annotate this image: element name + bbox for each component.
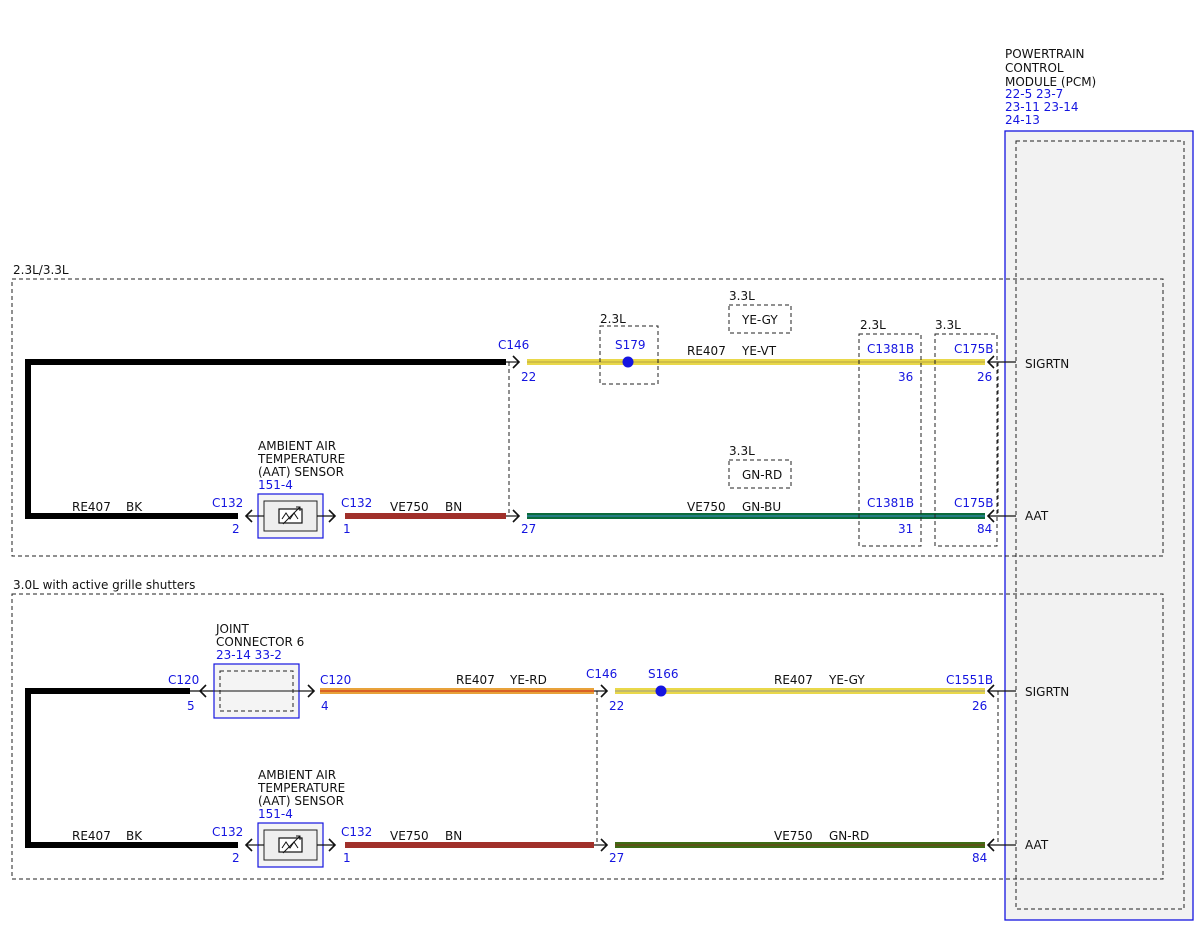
section-b-c146-pin-top: 22	[609, 699, 624, 713]
section-b-c120-left-pin: 5	[187, 699, 195, 713]
pcm-ref-line-3[interactable]: 24-13	[1005, 113, 1040, 127]
section-a-sensor-line-3: (AAT) SENSOR	[258, 465, 344, 479]
section-a-c175b-name-top[interactable]: C175B	[954, 342, 994, 356]
section-b-pcm-pin-bottom: 84	[972, 851, 987, 865]
section-a-bottom-color: GN-BU	[742, 500, 781, 514]
section-b-joint-circuit: RE407	[456, 673, 495, 687]
section-b-c146-name[interactable]: C146	[586, 667, 617, 681]
section-a-c132-left-pin: 2	[232, 522, 240, 536]
pcm-module: POWERTRAIN CONTROL MODULE (PCM) 22-5 23-…	[1004, 47, 1194, 921]
section-b-joint-line-2: CONNECTOR 6	[216, 635, 304, 649]
pcm-ref-line-1[interactable]: 22-5 23-7	[1005, 87, 1063, 101]
section-a-c146-pin-top: 22	[521, 370, 536, 384]
section-a-gnd-circuit: RE407	[72, 500, 111, 514]
section-b-pin-sigrtn: SIGRTN	[1025, 685, 1069, 699]
section-a-alt-bottom-tag: 3.3L	[729, 444, 755, 458]
section-b-sensor-color: BN	[445, 829, 462, 843]
wiring-diagram: POWERTRAIN CONTROL MODULE (PCM) 22-5 23-…	[11, 47, 1194, 921]
section-a-sensor-line-1: AMBIENT AIR	[258, 439, 336, 453]
thermistor-icon	[278, 835, 303, 854]
section-b-sensor-ref[interactable]: 151-4	[258, 807, 293, 821]
section-b-c132-right-name[interactable]: C132	[341, 825, 372, 839]
section-a-alt-top-tag: 3.3L	[729, 289, 755, 303]
section-a-alt-bottom-color: GN-RD	[742, 468, 782, 482]
section-a-gnd-color: BK	[126, 500, 143, 514]
section-a-sensor-color: BN	[445, 500, 462, 514]
section-b-frame	[11, 593, 1164, 880]
section-a-c175b-pin-top: 26	[977, 370, 992, 384]
section-a: 2.3L/3.3L RE407 BK C132 2 AMBIENT AIR TE…	[11, 263, 1164, 557]
section-a-s179-splice[interactable]	[622, 356, 634, 368]
pcm-title-line-1: POWERTRAIN	[1005, 47, 1085, 61]
section-b-c120-left-name[interactable]: C120	[168, 673, 199, 687]
section-a-c1381b-tag: 2.3L	[860, 318, 886, 332]
section-a-c132-right-pin: 1	[343, 522, 351, 536]
section-b-top-color: YE-GY	[828, 673, 865, 687]
section-b-gnd-circuit: RE407	[72, 829, 111, 843]
section-a-c1381b-pin-top: 36	[898, 370, 913, 384]
section-a-s179-frame	[599, 325, 659, 385]
section-b-joint-color: YE-RD	[509, 673, 547, 687]
section-a-c146-name[interactable]: C146	[498, 338, 529, 352]
section-b-joint-ref[interactable]: 23-14 33-2	[216, 648, 282, 662]
section-a-top-color: YE-VT	[741, 344, 777, 358]
section-b-c120-right-name[interactable]: C120	[320, 673, 351, 687]
section-b-sensor-line-3: (AAT) SENSOR	[258, 794, 344, 808]
section-b-c132-right-pin: 1	[343, 851, 351, 865]
section-b-c120-right-pin: 4	[321, 699, 329, 713]
pcm-ref-line-2[interactable]: 23-11 23-14	[1005, 100, 1079, 114]
section-b: 3.0L with active grille shutters RE407 B…	[11, 578, 1164, 880]
section-a-bottom-circuit: VE750	[687, 500, 726, 514]
section-b-joint-line-1: JOINT	[215, 622, 250, 636]
section-b-gnd-color: BK	[126, 829, 143, 843]
section-b-top-circuit: RE407	[774, 673, 813, 687]
section-a-c146-pin-bottom: 27	[521, 522, 536, 536]
section-b-c1551b-name[interactable]: C1551B	[946, 673, 993, 687]
section-b-c1551b-pin: 26	[972, 699, 987, 713]
section-a-pin-sigrtn: SIGRTN	[1025, 357, 1069, 371]
section-a-c132-right-name[interactable]: C132	[341, 496, 372, 510]
section-b-sensor-line-2: TEMPERATURE	[257, 781, 345, 795]
section-a-label: 2.3L/3.3L	[13, 263, 69, 277]
thermistor-icon	[278, 506, 303, 525]
section-a-s179-tag: 2.3L	[600, 312, 626, 326]
section-b-bottom-color: GN-RD	[829, 829, 869, 843]
section-a-sensor-circuit: VE750	[390, 500, 429, 514]
section-a-s179-name[interactable]: S179	[615, 338, 646, 352]
section-a-c1381b-name-top[interactable]: C1381B	[867, 342, 914, 356]
section-b-ground-wire[interactable]	[25, 688, 238, 848]
section-b-s166-splice[interactable]	[655, 685, 667, 697]
section-b-s166-name[interactable]: S166	[648, 667, 679, 681]
section-b-c146-pin-bottom: 27	[609, 851, 624, 865]
section-b-sensor-line-1: AMBIENT AIR	[258, 768, 336, 782]
section-a-alt-top-color: YE-GY	[741, 313, 778, 327]
section-b-pin-aat: AAT	[1025, 838, 1049, 852]
section-a-top-circuit: RE407	[687, 344, 726, 358]
section-a-sensor-ref[interactable]: 151-4	[258, 478, 293, 492]
section-b-c132-left-name[interactable]: C132	[212, 825, 243, 839]
section-a-c175b-tag: 3.3L	[935, 318, 961, 332]
section-a-c1381b-pin-bottom: 31	[898, 522, 913, 536]
section-a-c175b-name-bottom[interactable]: C175B	[954, 496, 994, 510]
section-b-sensor-circuit: VE750	[390, 829, 429, 843]
section-a-sensor-line-2: TEMPERATURE	[257, 452, 345, 466]
section-a-c1381b-name-bottom[interactable]: C1381B	[867, 496, 914, 510]
section-b-bottom-circuit: VE750	[774, 829, 813, 843]
section-b-label: 3.0L with active grille shutters	[13, 578, 195, 592]
pcm-title-line-2: CONTROL	[1005, 61, 1064, 75]
section-b-c132-left-pin: 2	[232, 851, 240, 865]
section-a-pin-aat: AAT	[1025, 509, 1049, 523]
pcm-outline	[1004, 130, 1194, 921]
section-a-c132-left-name[interactable]: C132	[212, 496, 243, 510]
section-a-c175b-pin-bottom: 84	[977, 522, 992, 536]
